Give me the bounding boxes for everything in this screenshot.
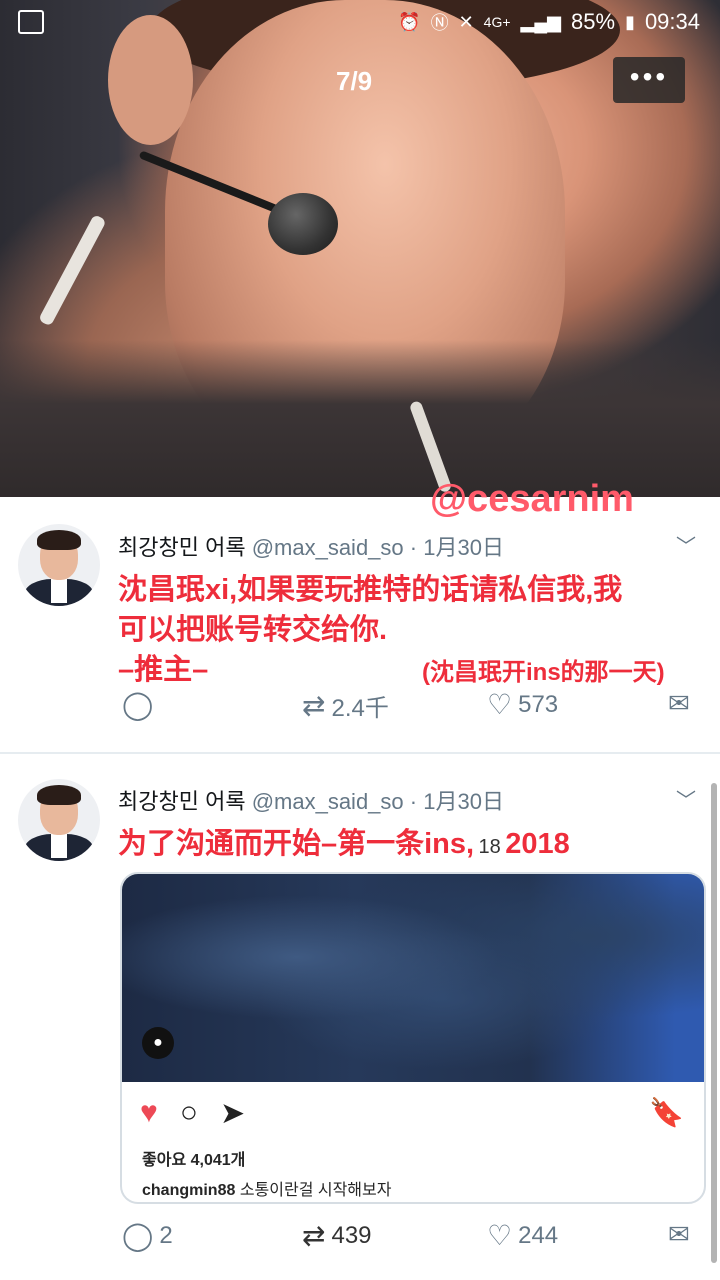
- scrollbar[interactable]: [711, 783, 717, 1263]
- avatar[interactable]: [18, 524, 100, 606]
- tweet-header: 최강창민 어록 @max_said_so · 1月30日: [118, 535, 504, 560]
- tweet-text-main: 为了沟通而开始–第一条ins,: [118, 828, 475, 860]
- heart-filled-icon[interactable]: ♥: [140, 1096, 158, 1131]
- reply-button[interactable]: ◯ 2: [122, 1219, 173, 1252]
- tweet-divider: [0, 752, 720, 754]
- heart-icon: ♡: [487, 689, 513, 720]
- tweet-text-year: 2018: [505, 828, 570, 860]
- retweet-button[interactable]: ⇄ 2.4千: [302, 688, 389, 723]
- bookmark-icon[interactable]: 🔖: [649, 1096, 684, 1129]
- caption-user[interactable]: changmin88: [142, 1182, 235, 1199]
- reply-button[interactable]: ◯: [122, 688, 153, 721]
- chevron-down-icon[interactable]: ﹀: [676, 530, 696, 559]
- mail-icon: ✉: [668, 688, 690, 718]
- mute-icon: ✕: [458, 11, 474, 32]
- tweet-text-line1: 沈昌珉xi,如果要玩推特的话请私信我,我: [118, 574, 623, 606]
- dm-button[interactable]: ✉: [668, 1219, 690, 1250]
- retweet-button[interactable]: ⇄ 439: [302, 1219, 372, 1252]
- like-button[interactable]: ♡ 573: [487, 688, 558, 721]
- image-icon: [18, 10, 44, 34]
- watermark: @cesarnim: [430, 478, 634, 520]
- user-handle[interactable]: @max_said_so: [252, 535, 404, 560]
- retweet-count: 2.4千: [331, 695, 389, 722]
- retweet-icon: ⇄: [302, 690, 326, 721]
- network-type: 4G+: [483, 14, 511, 30]
- caption-text: 소통이란걸 시작해보자: [239, 1182, 392, 1199]
- display-name[interactable]: 최강창민 어록: [118, 789, 246, 814]
- mail-icon: ✉: [668, 1219, 690, 1249]
- reply-icon: ◯: [122, 1220, 154, 1251]
- tweet-header: 최강창민 어록 @max_said_so · 1月30日: [118, 789, 504, 814]
- tweet-date: 1月30日: [423, 535, 504, 560]
- person-tag-icon[interactable]: ●: [142, 1027, 174, 1059]
- instagram-card[interactable]: ● ♥ ○ ➤ 🔖 좋아요 4,041개 changmin88 소통이란걸 시작…: [120, 872, 706, 1204]
- like-count: 573: [518, 690, 559, 718]
- tweet-text: 为了沟通而开始–第一条ins, 18 2018: [118, 820, 570, 862]
- retweet-icon: ⇄: [302, 1220, 326, 1251]
- retweet-count: 439: [331, 1221, 372, 1249]
- heart-icon: ♡: [487, 1220, 513, 1251]
- instagram-photo[interactable]: [122, 874, 704, 1082]
- like-button[interactable]: ♡ 244: [487, 1219, 558, 1252]
- comment-icon[interactable]: ○: [180, 1096, 198, 1131]
- more-options-button[interactable]: •••: [613, 57, 685, 103]
- display-name[interactable]: 최강창민 어록: [118, 535, 246, 560]
- like-count: 244: [518, 1221, 559, 1249]
- reply-icon: ◯: [122, 689, 154, 720]
- tweet-annotation: (沈昌珉开ins的那一天): [422, 659, 665, 686]
- image-counter: 7/9: [336, 66, 373, 96]
- tweet-actions: ◯ 2 ⇄ 439 ♡ 244 ✉: [0, 1219, 720, 1259]
- clock: 09:34: [644, 9, 700, 34]
- battery-percent: 85%: [570, 9, 616, 34]
- status-bar: ⏰ Ⓝ ✕ 4G+ ▂▄▆ 85% ▮ 09:34: [0, 0, 720, 44]
- chevron-down-icon[interactable]: ﹀: [676, 784, 696, 813]
- tweet-text-line2: 可以把账号转交给你.: [118, 614, 388, 646]
- avatar[interactable]: [18, 779, 100, 861]
- alarm-icon: ⏰: [398, 11, 421, 32]
- tweet-actions: ◯ ⇄ 2.4千 ♡ 573 ✉: [0, 688, 720, 728]
- tweet-text-small: 18: [478, 836, 501, 858]
- signal-icon: ▂▄▆: [520, 11, 561, 32]
- headset-mic: [268, 193, 338, 255]
- instagram-likes: 좋아요 4,041개: [142, 1152, 246, 1169]
- nfc-icon: Ⓝ: [430, 13, 449, 33]
- tweet-signature: –推主–: [118, 654, 209, 686]
- tweet-date: 1月30日: [423, 789, 504, 814]
- instagram-caption: changmin88 소통이란걸 시작해보자: [142, 1176, 391, 1200]
- dm-button[interactable]: ✉: [668, 688, 690, 719]
- battery-icon: ▮: [625, 11, 635, 32]
- reply-count: 2: [159, 1221, 173, 1249]
- user-handle[interactable]: @max_said_so: [252, 789, 404, 814]
- send-icon[interactable]: ➤: [220, 1096, 245, 1131]
